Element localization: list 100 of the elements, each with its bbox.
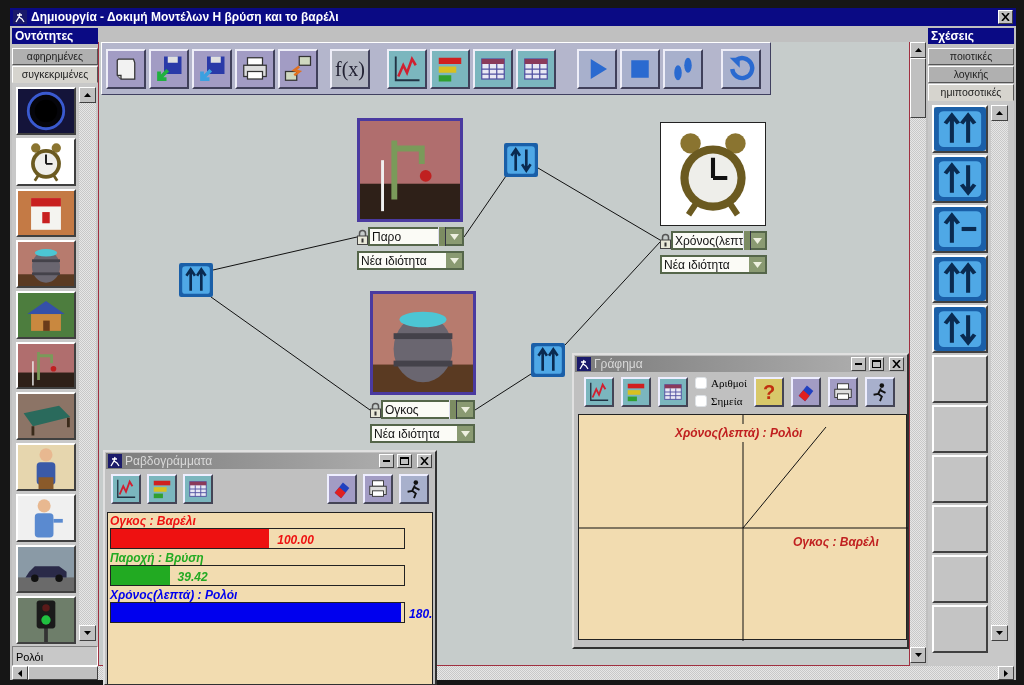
toolbar-button[interactable] <box>430 48 470 89</box>
tab[interactable]: συγκεκριμένες <box>12 66 98 83</box>
tab[interactable]: λογικής <box>928 66 1014 83</box>
bar-chart-icon <box>151 478 173 500</box>
entity-tile[interactable] <box>16 239 76 288</box>
entity-tile[interactable] <box>16 443 76 492</box>
scrollbar[interactable] <box>910 42 926 663</box>
toolbar-button[interactable] <box>791 377 822 407</box>
tab[interactable]: ποιοτικές <box>928 48 1014 65</box>
formula-button[interactable]: f(x) <box>330 48 370 89</box>
grip-handle[interactable] <box>743 231 751 250</box>
toolbar-button[interactable] <box>399 474 429 504</box>
entity-tile[interactable] <box>16 545 76 594</box>
toolbar-button[interactable] <box>721 48 761 89</box>
toolbar-button[interactable] <box>278 48 318 89</box>
dropdown[interactable]: Χρόνος(λεπτ <box>671 231 767 250</box>
dropdown[interactable]: Νέα ιδιότητα <box>357 251 464 270</box>
entity-tile[interactable] <box>16 596 76 644</box>
toolbar-button[interactable] <box>363 474 393 504</box>
scroll-up-button[interactable] <box>79 87 96 103</box>
toolbar-button[interactable] <box>577 48 617 89</box>
toolbar-button[interactable] <box>516 48 556 89</box>
scroll-down-button[interactable] <box>991 625 1008 641</box>
empty-slot <box>932 355 988 403</box>
dropdown-arrow-icon <box>449 233 459 240</box>
bar-value: 39.42 <box>177 569 208 586</box>
scrollbar[interactable] <box>79 87 96 641</box>
toolbar-button[interactable] <box>327 474 357 504</box>
up-arrow-icon <box>914 48 922 52</box>
toolbar-button[interactable] <box>149 48 189 89</box>
scroll-up-button[interactable] <box>910 42 926 58</box>
toolbar-button[interactable] <box>183 474 213 504</box>
up-arrows-icon[interactable] <box>531 343 565 377</box>
checkbox[interactable] <box>695 376 707 389</box>
toolbar-button[interactable] <box>663 48 703 89</box>
down-arrow-icon <box>84 631 91 635</box>
close-button[interactable] <box>417 454 432 468</box>
dropdown[interactable]: Νέα ιδιότητα <box>370 424 475 443</box>
bar-chart-icon <box>625 381 647 403</box>
caption-text: Ρολόι <box>12 646 98 666</box>
up-arrows-icon[interactable] <box>179 263 213 297</box>
entity-tile[interactable] <box>16 137 76 186</box>
tab[interactable]: ημιποσοτικές <box>928 84 1014 101</box>
toolbar-button[interactable] <box>473 48 513 89</box>
entity-tile[interactable] <box>16 341 76 390</box>
dropdown-arrow-icon <box>449 257 459 264</box>
down-arrow-icon <box>914 653 922 657</box>
table-icon <box>662 381 684 403</box>
scroll-left-button[interactable] <box>12 666 28 680</box>
bar-value: 180. <box>409 606 433 623</box>
axis-label: Ογκος : Βαρέλι <box>793 533 879 551</box>
toolbar-button[interactable] <box>192 48 232 89</box>
dropdown[interactable]: Ογκος <box>381 400 475 419</box>
toolbar-button[interactable] <box>621 377 651 407</box>
scrollbar[interactable] <box>991 105 1008 641</box>
panel-header: Οντότητες <box>12 28 98 44</box>
down-arrow-icon <box>996 631 1003 635</box>
dropdown[interactable]: Νέα ιδιότητα <box>660 255 767 274</box>
toolbar-button[interactable] <box>147 474 177 504</box>
scroll-right-button[interactable] <box>998 666 1014 680</box>
left-arrow-icon <box>18 669 22 677</box>
tab[interactable]: αφηρημένες <box>12 48 98 65</box>
close-button[interactable] <box>889 357 904 371</box>
close-button[interactable] <box>998 10 1013 24</box>
minimize-button[interactable] <box>851 357 866 371</box>
scroll-thumb[interactable] <box>28 666 98 680</box>
entity-tile[interactable] <box>16 290 76 339</box>
scroll-thumb[interactable] <box>910 58 926 118</box>
toolbar-button[interactable] <box>584 377 614 407</box>
minimize-button[interactable] <box>379 454 394 468</box>
toolbar-button[interactable] <box>106 48 146 89</box>
toolbar-button[interactable] <box>865 377 896 407</box>
scroll-down-button[interactable] <box>79 625 96 641</box>
grip-handle[interactable] <box>449 400 457 419</box>
entity-tile[interactable] <box>16 87 76 135</box>
entity-tile[interactable] <box>16 392 76 441</box>
maximize-button[interactable] <box>869 357 884 371</box>
connector-line <box>463 175 507 238</box>
scroll-up-button[interactable] <box>991 105 1008 121</box>
toolbar-button[interactable] <box>620 48 660 89</box>
toolbar-button[interactable] <box>658 377 688 407</box>
table-icon <box>187 478 209 500</box>
entity-tile[interactable] <box>16 188 76 237</box>
line-chart-icon <box>588 381 610 403</box>
axis-label: Χρόνος(λεπτά) : Ρολόι <box>675 424 803 442</box>
window-title: Δημιουργία - Δοκιμή Μοντέλων Η βρύση και το βαρέλι <box>31 9 339 26</box>
entity-tile[interactable] <box>16 494 76 543</box>
toolbar-button[interactable] <box>111 474 141 504</box>
toolbar-button[interactable] <box>828 377 859 407</box>
scroll-down-button[interactable] <box>910 647 926 663</box>
printer-icon <box>367 478 389 500</box>
checkbox[interactable] <box>695 395 707 408</box>
maximize-button[interactable] <box>397 454 412 468</box>
toolbar-button[interactable] <box>235 48 275 89</box>
up-down-arrows-icon[interactable] <box>504 143 538 177</box>
grip-handle[interactable] <box>438 227 446 246</box>
dropdown[interactable]: Παρο <box>368 227 464 246</box>
window-title: Γράφημα <box>594 356 643 373</box>
line-chart-icon <box>115 478 137 500</box>
toolbar-button[interactable] <box>387 48 427 89</box>
